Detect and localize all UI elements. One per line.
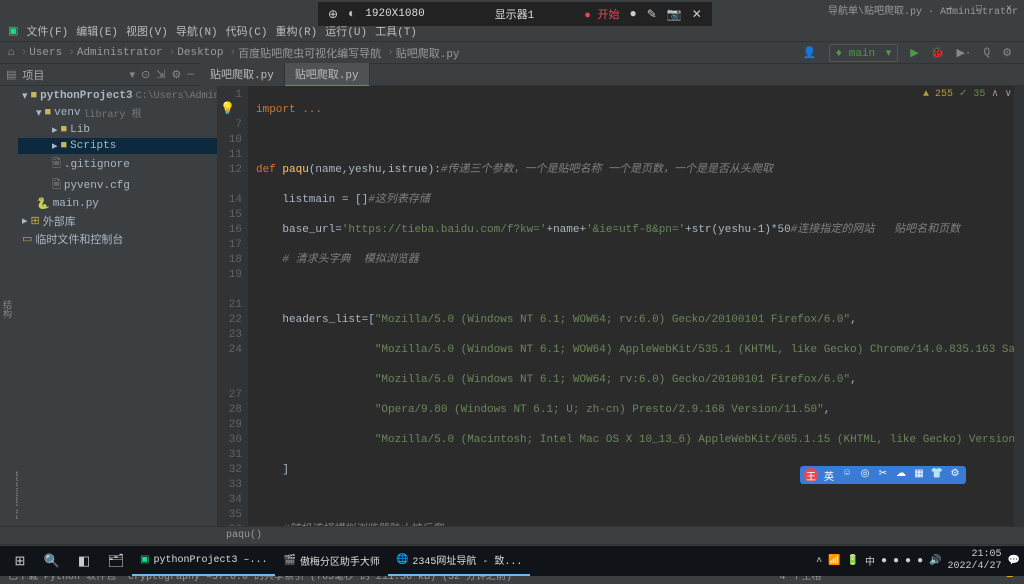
tool-person-icon[interactable]: 👕 xyxy=(930,468,944,482)
taskbar-clock[interactable]: 21:052022/4/27 xyxy=(948,549,1002,573)
home-icon[interactable]: ⌂ xyxy=(8,47,15,59)
tray-lang[interactable]: 中 xyxy=(865,553,875,569)
tray-battery-icon[interactable]: 🔋 xyxy=(847,555,859,567)
search-icon[interactable]: 🔍 xyxy=(36,546,68,576)
tab-file-1[interactable]: 贴吧爬取.py xyxy=(285,63,370,87)
crumb-item[interactable]: 百度贴吧爬虫可视化编写导航 xyxy=(238,45,381,61)
select-target-icon[interactable]: ⊙ xyxy=(141,68,150,82)
taskbar-app-pycharm[interactable]: ▣pythonProject3 –... xyxy=(132,546,275,576)
breadcrumb-fn[interactable]: paqu() xyxy=(226,530,262,541)
code-editor[interactable]: 💡 ▲ 255 ✓ 35 ∧ ∨ 17101112141516171819212… xyxy=(218,86,1024,526)
more-run-icon[interactable]: ▶· xyxy=(956,46,971,60)
navigation-bar[interactable]: ⌂› Users› Administrator› Desktop› 百度贴吧爬虫… xyxy=(0,42,1024,64)
avatar-icon[interactable]: 王 xyxy=(804,468,818,482)
tray-chevron-up-icon[interactable]: ˄ xyxy=(816,556,822,567)
menu-edit[interactable]: 编辑(E) xyxy=(74,23,120,39)
crumb-item[interactable]: 贴吧爬取.py xyxy=(396,45,460,61)
window-maximize[interactable]: □ xyxy=(964,0,994,20)
brush-icon[interactable]: ● xyxy=(630,7,637,21)
menu-code[interactable]: 代码(C) xyxy=(224,23,270,39)
project-label: 项目 xyxy=(22,67,44,83)
project-tree[interactable]: ▾ ■ pythonProject3 C:\Users\Administrato… xyxy=(18,86,218,526)
tree-external[interactable]: ▸ ⊞ 外部库 xyxy=(18,212,217,230)
tool-cut-icon[interactable]: ✂ xyxy=(876,468,890,482)
tree-root[interactable]: ▾ ■ pythonProject3 C:\Users\Administrato… xyxy=(18,88,217,104)
code-area[interactable]: import ... def paqu(name,yeshu,istrue):#… xyxy=(248,86,1014,526)
screen-recorder-overlay[interactable]: ⊕ ◐ 1920X1080 显示器1 ● 开始 ● ✎ 📷 ✕ xyxy=(318,2,712,26)
tool-grid-icon[interactable]: ▦ xyxy=(912,468,926,482)
menu-refactor[interactable]: 重构(R) xyxy=(273,23,319,39)
menu-navigate[interactable]: 导航(N) xyxy=(174,23,220,39)
tree-scratch[interactable]: ▭ 临时文件和控制台 xyxy=(18,230,217,248)
taskbar-app-recorder[interactable]: 🎬傲梅分区助手大师 xyxy=(275,546,387,576)
intention-bulb-icon[interactable]: 💡 xyxy=(220,101,235,116)
moon-icon[interactable]: ◐ xyxy=(348,7,355,21)
git-branch[interactable]: ♦ main ▾ xyxy=(829,44,899,62)
crosshair-icon[interactable]: ⊕ xyxy=(328,7,338,22)
tool-smile-icon[interactable]: ☺ xyxy=(840,468,854,482)
tool-gear-icon[interactable]: ⚙ xyxy=(948,468,962,482)
tray-wifi-icon[interactable]: 📶 xyxy=(828,555,840,567)
floating-toolbar[interactable]: 王 英 ☺ ◎ ✂ ☁ ▦ 👕 ⚙ xyxy=(800,466,966,484)
close-overlay-icon[interactable]: ✕ xyxy=(692,7,702,22)
editor-breadcrumb[interactable]: paqu() xyxy=(0,526,1024,544)
expand-icon[interactable]: ⇲ xyxy=(156,68,165,82)
crumb-item[interactable]: Desktop xyxy=(177,47,223,59)
debug-button[interactable]: 🐞 xyxy=(931,46,945,60)
window-minimize[interactable]: — xyxy=(934,0,964,20)
ok-count[interactable]: ✓ 35 xyxy=(959,89,985,100)
menu-file[interactable]: 文件(F) xyxy=(24,23,70,39)
tray-icon[interactable]: ● xyxy=(905,556,911,567)
tab-file-0[interactable]: 贴吧爬取.py xyxy=(200,63,285,87)
start-button[interactable]: ⊞ xyxy=(4,546,36,576)
record-button[interactable]: ● 开始 xyxy=(584,6,619,22)
crumb-item[interactable]: Users xyxy=(29,47,62,59)
inspection-widget[interactable]: ▲ 255 ✓ 35 ∧ ∨ xyxy=(923,88,1012,100)
add-config-icon[interactable]: 👤 xyxy=(803,46,817,60)
tree-venv[interactable]: ▾ ■ venv library 根 xyxy=(18,104,217,122)
task-view-icon[interactable]: ◧ xyxy=(68,546,100,576)
explorer-icon[interactable]: 🗂 xyxy=(100,546,132,576)
warning-count[interactable]: ▲ 255 xyxy=(923,89,953,100)
tab-bar: ▤ 项目 ▾ ⊙ ⇲ ⚙ — 贴吧爬取.py 贴吧爬取.py xyxy=(0,64,1024,86)
tree-mainpy[interactable]: 🐍 main.py xyxy=(18,196,217,212)
run-button[interactable]: ▶ xyxy=(910,46,918,60)
tray-volume-icon[interactable]: 🔊 xyxy=(929,555,941,567)
project-tool-header[interactable]: ▤ 项目 ▾ ⊙ ⇲ ⚙ — xyxy=(0,67,200,83)
tree-lib[interactable]: ▸ ■ Lib xyxy=(18,122,217,138)
window-close[interactable]: × xyxy=(994,0,1024,20)
tray-notification-icon[interactable]: 💬 xyxy=(1008,555,1020,567)
tool-cloud-icon[interactable]: ☁ xyxy=(894,468,908,482)
search-icon[interactable]: Q xyxy=(984,47,991,59)
left-tab-structure[interactable]: 结构 xyxy=(0,300,13,318)
tree-gitignore[interactable]: 🗎 .gitignore xyxy=(18,154,217,175)
left-tool-strip[interactable]: 结构 Bookmarks xyxy=(0,86,18,526)
tool-scan-icon[interactable]: ◎ xyxy=(858,468,872,482)
resolution-label: 1920X1080 xyxy=(365,8,424,20)
menu-view[interactable]: 视图(V) xyxy=(124,23,170,39)
system-tray[interactable]: ˄ 📶 🔋 中 ● ● ● ● 🔊 21:052022/4/27 💬 xyxy=(816,549,1020,573)
display-label[interactable]: 显示器1 xyxy=(495,6,535,22)
editor-tabs: 贴吧爬取.py 贴吧爬取.py xyxy=(200,63,370,87)
pencil-icon[interactable]: ✎ xyxy=(647,7,657,22)
hide-icon[interactable]: — xyxy=(187,69,194,81)
gear-icon[interactable]: ⚙ xyxy=(1002,46,1012,60)
windows-taskbar[interactable]: ⊞ 🔍 ◧ 🗂 ▣pythonProject3 –... 🎬傲梅分区助手大师 🌐… xyxy=(0,546,1024,576)
tree-scripts[interactable]: ▸ ■ Scripts xyxy=(18,138,217,154)
line-gutter[interactable]: 1710111214151617181921222324272829303132… xyxy=(218,86,248,526)
app-icon: ▣ xyxy=(6,24,20,38)
tray-icon[interactable]: ● xyxy=(881,556,887,567)
camera-icon[interactable]: 📷 xyxy=(667,7,682,22)
tool-lang[interactable]: 英 xyxy=(822,468,836,482)
tray-icon[interactable]: ● xyxy=(917,556,923,567)
crumb-item[interactable]: Administrator xyxy=(77,47,163,59)
settings-icon[interactable]: ⚙ xyxy=(172,68,182,82)
minimap[interactable] xyxy=(1014,86,1024,526)
taskbar-app-browser[interactable]: 🌐2345网址导航 - 致... xyxy=(388,546,530,576)
collapse-icon[interactable]: ▾ xyxy=(130,68,136,82)
tree-pyvenv[interactable]: 🗎 pyvenv.cfg xyxy=(18,175,217,196)
folder-icon: ▤ xyxy=(6,68,16,82)
tray-icon[interactable]: ● xyxy=(893,556,899,567)
